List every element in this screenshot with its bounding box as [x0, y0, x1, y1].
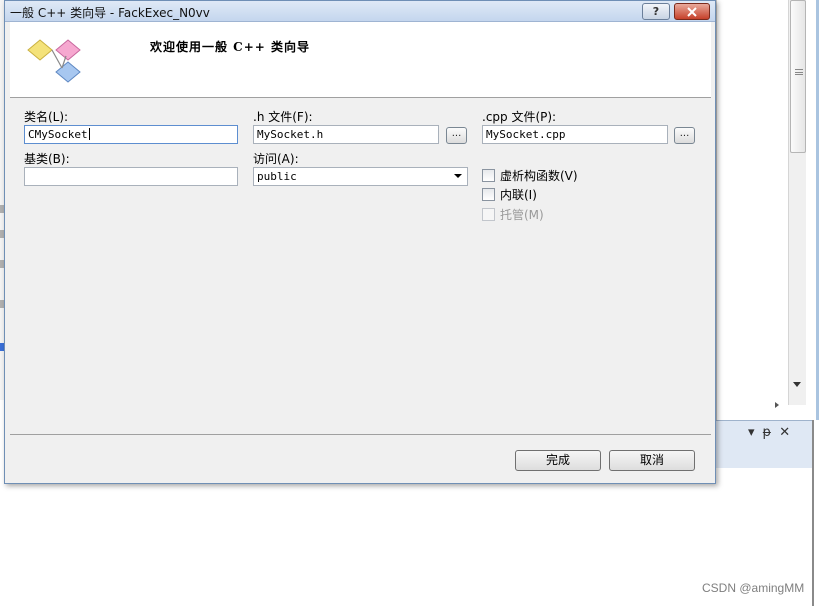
class-name-input[interactable]: CMySocket [24, 125, 238, 144]
cpp-file-input[interactable]: MySocket.cpp [482, 125, 668, 144]
inline-checkbox[interactable]: 内联(I) [482, 186, 537, 203]
scroll-down-arrow-icon[interactable] [793, 382, 801, 387]
divider [10, 434, 711, 435]
managed-label: 托管(M) [500, 208, 544, 222]
dialog-title: 一般 C++ 类向导 - FackExec_N0vv [10, 6, 210, 20]
pin-icon[interactable]: ᵽ [763, 425, 772, 440]
title-bar[interactable]: 一般 C++ 类向导 - FackExec_N0vv ? [5, 1, 715, 22]
window-edge [812, 420, 814, 606]
help-icon: ? [652, 5, 660, 18]
h-file-input[interactable]: MySocket.h [253, 125, 439, 144]
virtual-destructor-checkbox[interactable]: 虚析构函数(V) [482, 167, 578, 184]
wizard-banner: 欢迎使用一般 C++ 类向导 [10, 22, 711, 97]
help-button[interactable]: ? [642, 3, 670, 20]
banner-title: 欢迎使用一般 C++ 类向导 [150, 40, 311, 54]
h-file-browse-button[interactable]: ... [446, 127, 467, 144]
class-name-label: 类名(L): [24, 110, 69, 124]
chevron-down-icon[interactable] [454, 174, 462, 178]
managed-checkbox: 托管(M) [482, 206, 544, 223]
checkbox-box[interactable] [482, 169, 495, 182]
text-caret [88, 128, 90, 140]
cpp-file-label: .cpp 文件(P): [482, 110, 557, 124]
base-class-input[interactable] [24, 167, 238, 186]
watermark: CSDN @amingMM [702, 581, 805, 595]
cpp-file-value: MySocket.cpp [486, 128, 566, 141]
class-wizard-icon [27, 39, 81, 83]
tool-panel-controls: ▾ ᵽ ✕ [748, 425, 790, 440]
access-value: public [257, 170, 297, 183]
access-label: 访问(A): [253, 152, 299, 166]
h-file-label: .h 文件(F): [253, 110, 313, 124]
cpp-file-browse-button[interactable]: ... [674, 127, 695, 144]
panel-dropdown-icon[interactable]: ▾ [748, 425, 755, 440]
access-select[interactable]: public [253, 167, 468, 186]
panel-close-icon[interactable]: ✕ [779, 425, 790, 440]
scroll-right-arrow-icon[interactable] [775, 402, 779, 408]
vertical-scrollbar[interactable] [788, 0, 806, 405]
virtual-destructor-label: 虚析构函数(V) [500, 169, 578, 183]
divider [10, 97, 711, 98]
close-icon [687, 6, 697, 17]
checkbox-box[interactable] [482, 188, 495, 201]
finish-button[interactable]: 完成 [515, 450, 601, 471]
h-file-value: MySocket.h [257, 128, 324, 141]
grip-icon [795, 69, 803, 75]
window-edge [816, 0, 819, 420]
inline-label: 内联(I) [500, 188, 537, 202]
scrollbar-thumb[interactable] [790, 0, 806, 153]
cancel-button[interactable]: 取消 [609, 450, 695, 471]
class-wizard-dialog: 一般 C++ 类向导 - FackExec_N0vv ? 欢迎使用一般 C++ … [4, 0, 716, 484]
base-class-label: 基类(B): [24, 152, 70, 166]
close-button[interactable] [674, 3, 710, 20]
class-name-value: CMySocket [28, 128, 88, 141]
checkbox-box [482, 208, 495, 221]
